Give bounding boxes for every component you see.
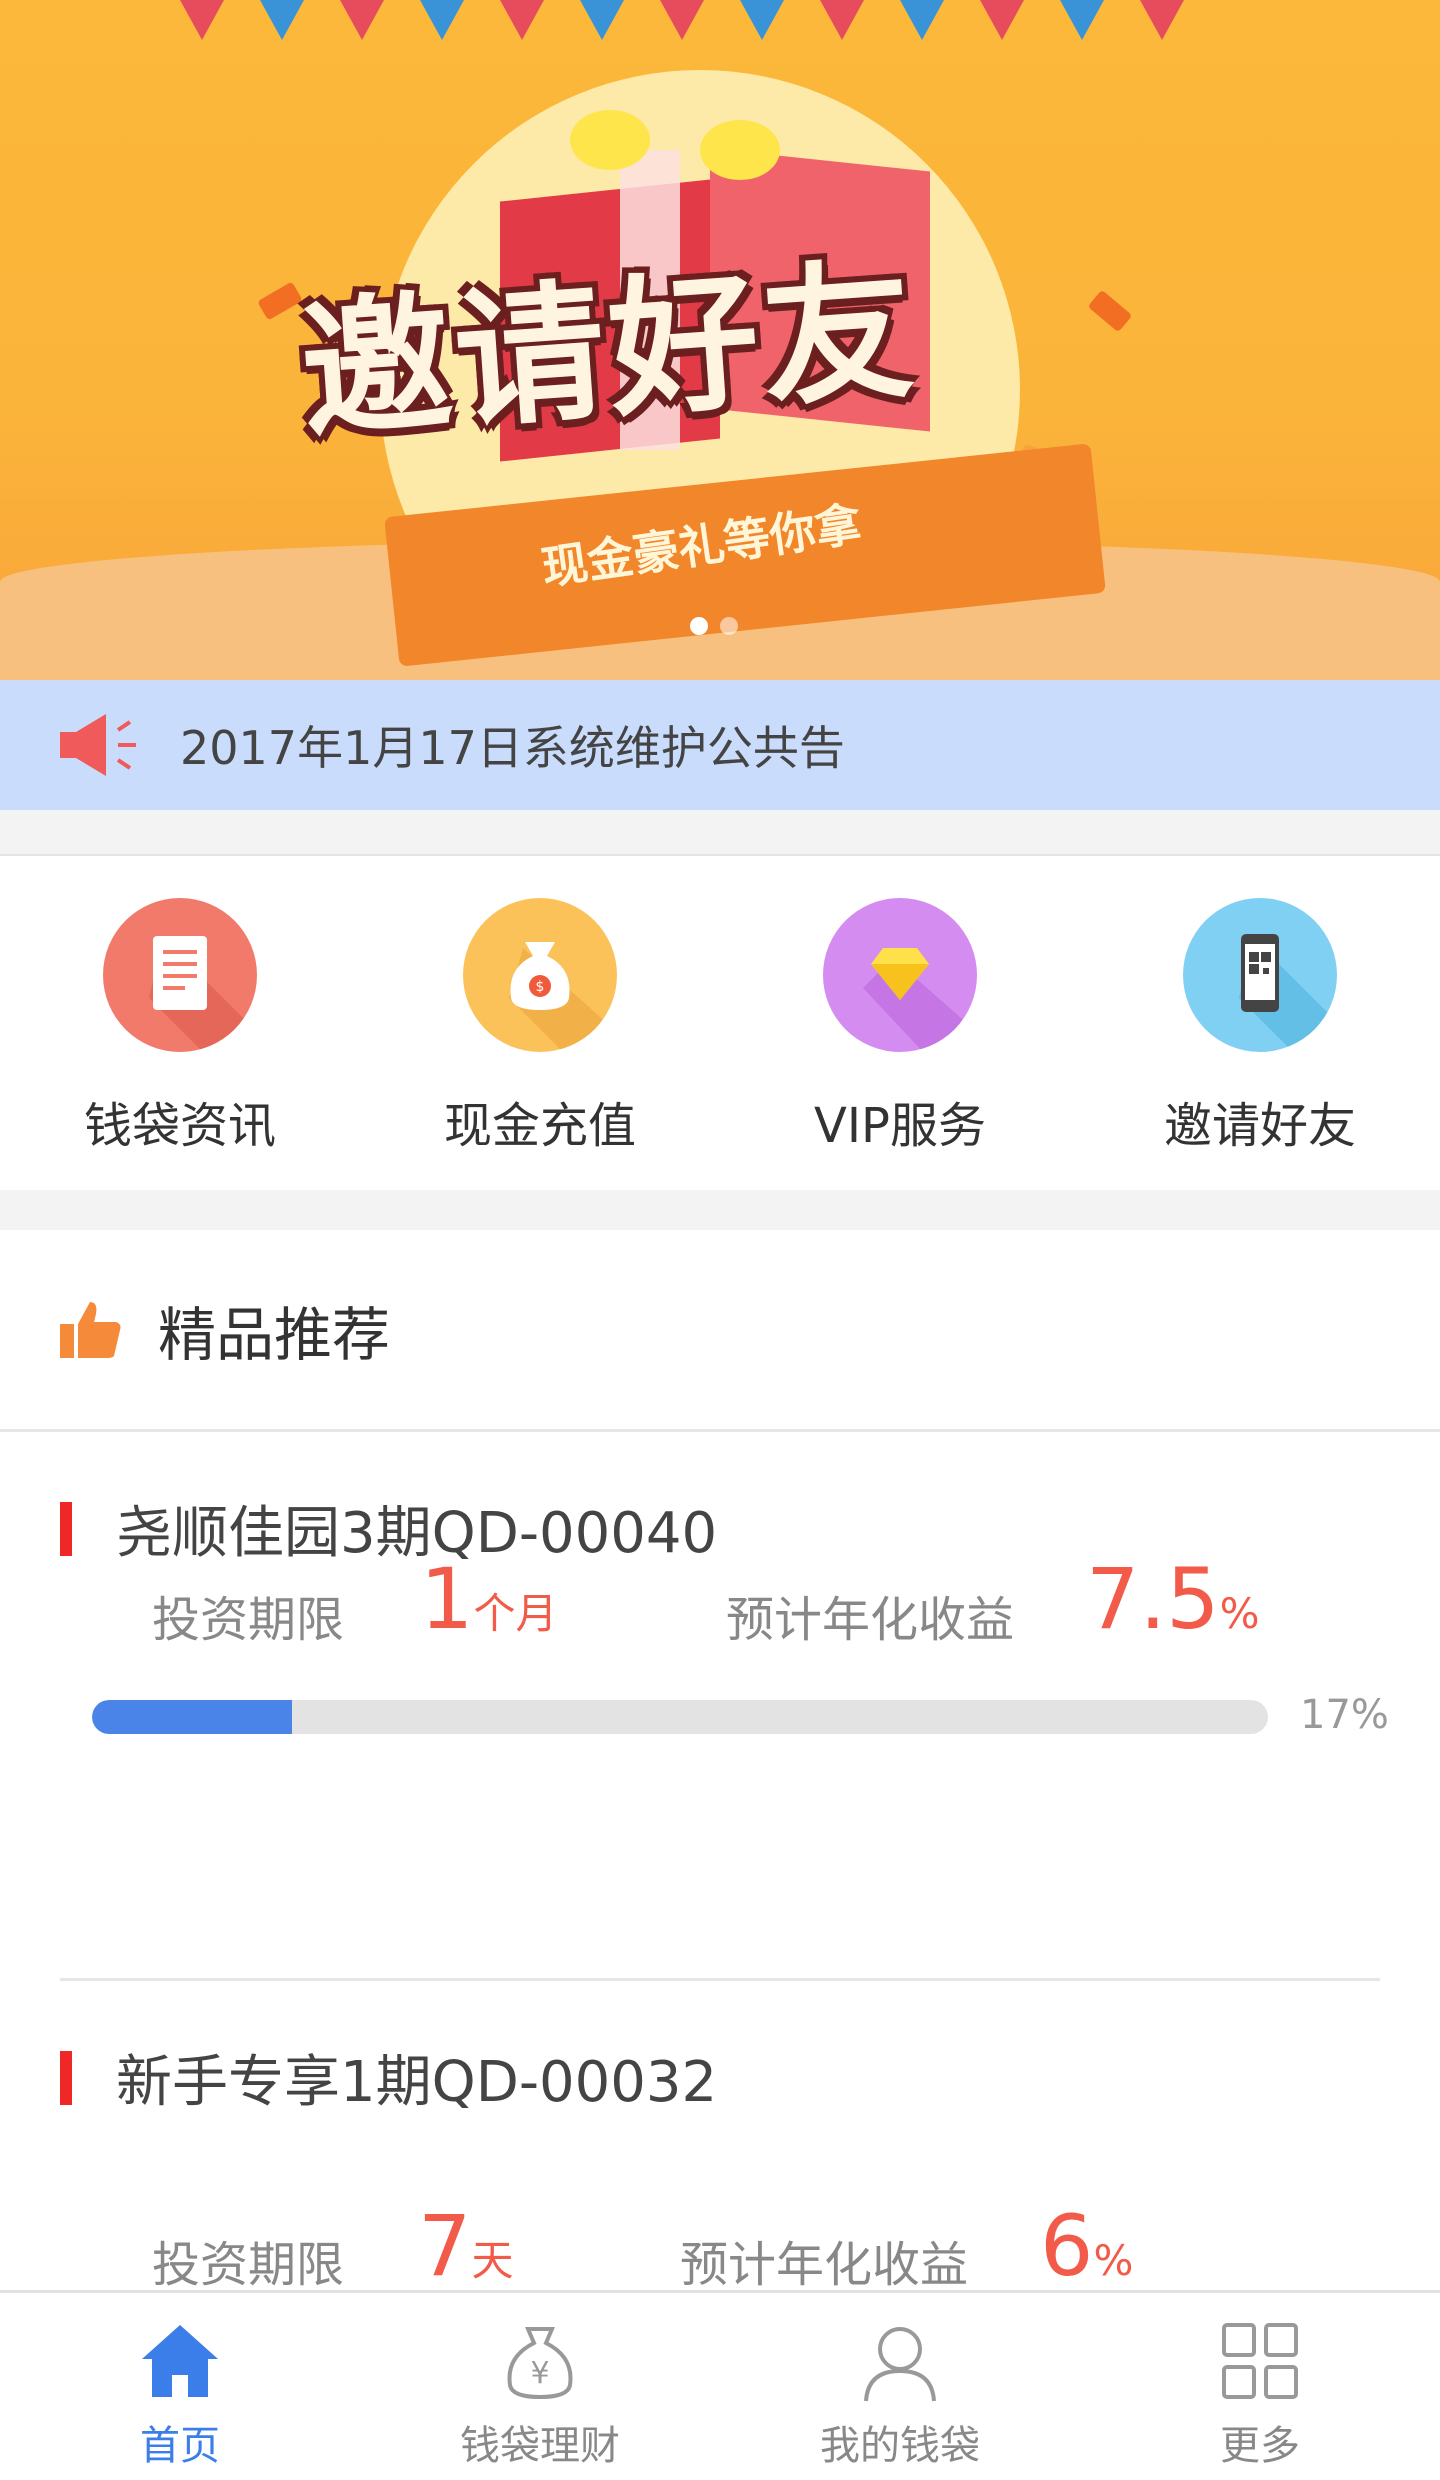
svg-text:¥: ¥ [530, 2356, 549, 2391]
quick-action-invite[interactable]: 邀请好友 [1110, 898, 1410, 1156]
product-card[interactable]: 新手专享1期QD-00032 投资期限 7天 预计年化收益 6% [0, 1981, 1440, 2295]
carousel-indicator [690, 617, 738, 635]
yield-value: 7.5% [1086, 1550, 1260, 1648]
grid-icon [1130, 2313, 1390, 2409]
quick-action-news[interactable]: 钱袋资讯 [30, 898, 330, 1156]
promo-banner[interactable]: 邀请好友 现金豪礼等你拿 [0, 0, 1440, 680]
tab-finance[interactable]: ¥ 钱袋理财 [410, 2313, 670, 2471]
quick-actions: 钱袋资讯 $ 现金充值 VIP服务 邀请好友 [0, 854, 1440, 1190]
yield-label: 预计年化收益 [680, 2237, 969, 2293]
tab-label: 钱袋理财 [460, 2423, 620, 2469]
term-label: 投资期限 [152, 2237, 345, 2293]
svg-text:$: $ [536, 979, 545, 995]
announcement-bar[interactable]: 2017年1月17日系统维护公共告 [0, 680, 1440, 810]
progress-fill [92, 1700, 292, 1734]
product-name: 尧顺佳园3期QD-00040 [60, 1488, 717, 1569]
progress-percent: 17% [1300, 1692, 1389, 1738]
quick-action-label: 钱袋资讯 [83, 1098, 276, 1154]
confetti-piece [1087, 289, 1133, 333]
term-value: 1个月 [420, 1550, 558, 1648]
tab-label: 更多 [1220, 2423, 1300, 2469]
yield-label: 预计年化收益 [726, 1592, 1015, 1648]
document-icon [103, 898, 257, 1052]
home-icon [50, 2313, 310, 2409]
featured-section: 精品推荐 尧顺佳园3期QD-00040 投资期限 1个月 预计年化收益 7.5%… [0, 1230, 1440, 2295]
accent-bar [60, 1501, 72, 1556]
bottom-tab-bar: 首页 ¥ 钱袋理财 我的钱袋 更多 [0, 2290, 1440, 2480]
product-card[interactable]: 尧顺佳园3期QD-00040 投资期限 1个月 预计年化收益 7.5% 17% [0, 1432, 1440, 1780]
quick-action-label: 现金充值 [443, 1098, 636, 1154]
quick-action-label: 邀请好友 [1163, 1098, 1356, 1154]
announcement-text: 2017年1月17日系统维护公共告 [180, 721, 845, 775]
tab-my-wallet[interactable]: 我的钱袋 [770, 2313, 1030, 2471]
carousel-dot[interactable] [720, 617, 738, 635]
carousel-dot[interactable] [690, 617, 708, 635]
product-title: 新手专享1期QD-00032 [116, 2050, 718, 2115]
yen-bag-icon: ¥ [410, 2313, 670, 2409]
phone-qr-icon [1183, 898, 1337, 1052]
accent-bar [60, 2050, 72, 2105]
tab-label: 首页 [140, 2423, 220, 2469]
diamond-icon [823, 898, 977, 1052]
user-icon [770, 2313, 1030, 2409]
quick-action-label: VIP服务 [814, 1098, 986, 1154]
term-value: 7天 [418, 2197, 514, 2295]
term-label: 投资期限 [152, 1592, 345, 1648]
quick-action-vip[interactable]: VIP服务 [750, 898, 1050, 1156]
quick-action-recharge[interactable]: $ 现金充值 [390, 898, 690, 1156]
product-name: 新手专享1期QD-00032 [60, 2037, 717, 2118]
product-title: 尧顺佳园3期QD-00040 [116, 1501, 718, 1566]
tab-more[interactable]: 更多 [1130, 2313, 1390, 2471]
featured-title: 精品推荐 [158, 1300, 391, 1369]
megaphone-icon [58, 710, 142, 780]
yield-value: 6% [1040, 2197, 1134, 2295]
bunting-flags [0, 0, 1440, 60]
tab-label: 我的钱袋 [820, 2423, 980, 2469]
thumbs-up-icon [58, 1298, 122, 1362]
money-bag-icon: $ [463, 898, 617, 1052]
tab-home[interactable]: 首页 [50, 2313, 310, 2471]
banner-title: 邀请好友 [295, 243, 923, 461]
featured-header: 精品推荐 [0, 1230, 1440, 1432]
funding-progress-bar [92, 1700, 1268, 1734]
